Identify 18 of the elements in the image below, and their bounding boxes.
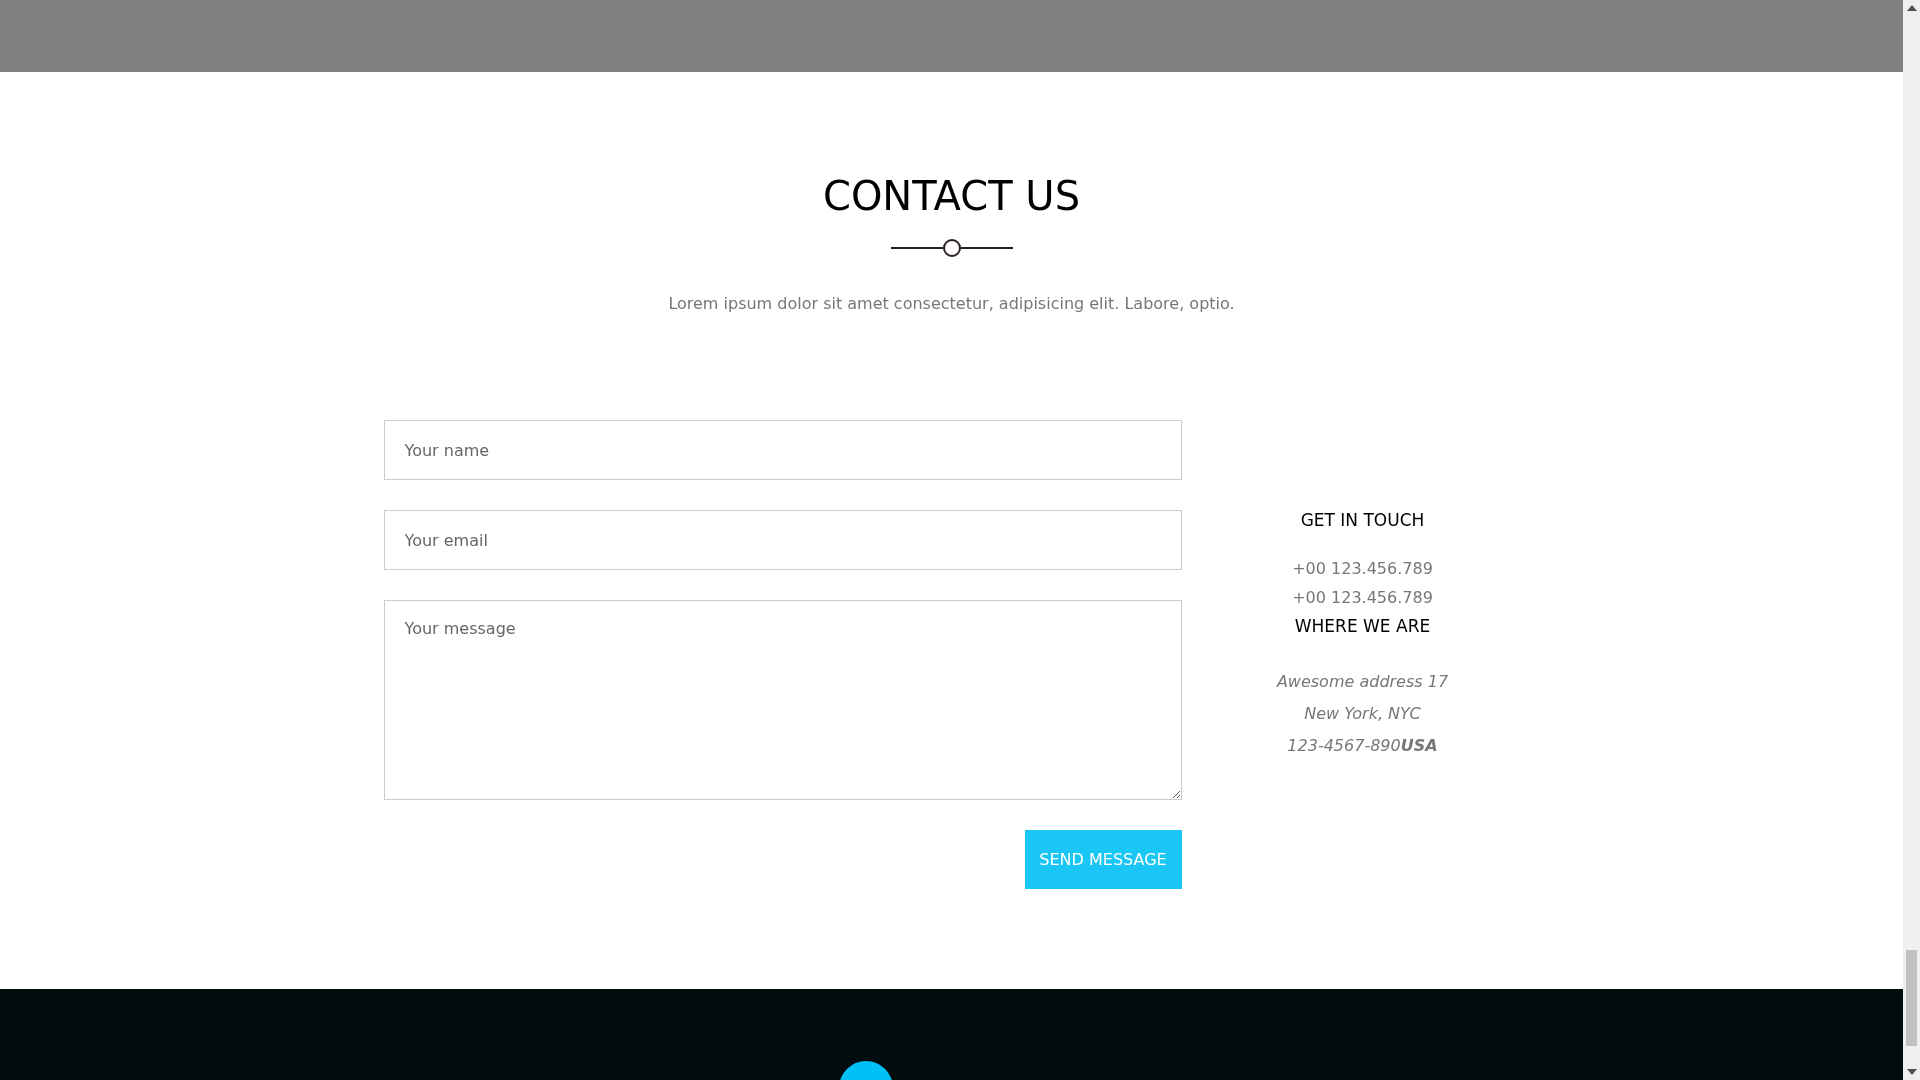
input-field[interactable]: Your name (383, 420, 1182, 480)
info-heading: WHERE WE ARE (1294, 615, 1431, 638)
address-line: Awesome address 17 (1276, 671, 1449, 693)
send-button[interactable]: SEND MESSAGE (1024, 830, 1182, 889)
address-line: 123-4567-890USA (1287, 735, 1438, 757)
phone-number: +00 123.456.789 (1292, 558, 1433, 580)
scroll-up-icon[interactable] (1906, 5, 1917, 11)
message-field[interactable]: Your message (383, 600, 1182, 800)
input-field[interactable]: Your email (383, 510, 1182, 570)
address-line: New York, NYC (1304, 703, 1421, 725)
divider-icon (890, 238, 1013, 258)
scroll-down-icon[interactable] (1906, 1069, 1917, 1075)
intro-text: Lorem ipsum dolor sit amet consectetur, adipisicing elit. Labore, optio. (668, 294, 1235, 313)
scrollbar[interactable] (1903, 0, 1920, 1080)
info-heading: GET IN TOUCH (1300, 509, 1425, 532)
section-title: CONTACT US (822, 172, 1081, 220)
scroll-thumb[interactable] (1906, 950, 1917, 1046)
phone-number: +00 123.456.789 (1292, 587, 1433, 609)
